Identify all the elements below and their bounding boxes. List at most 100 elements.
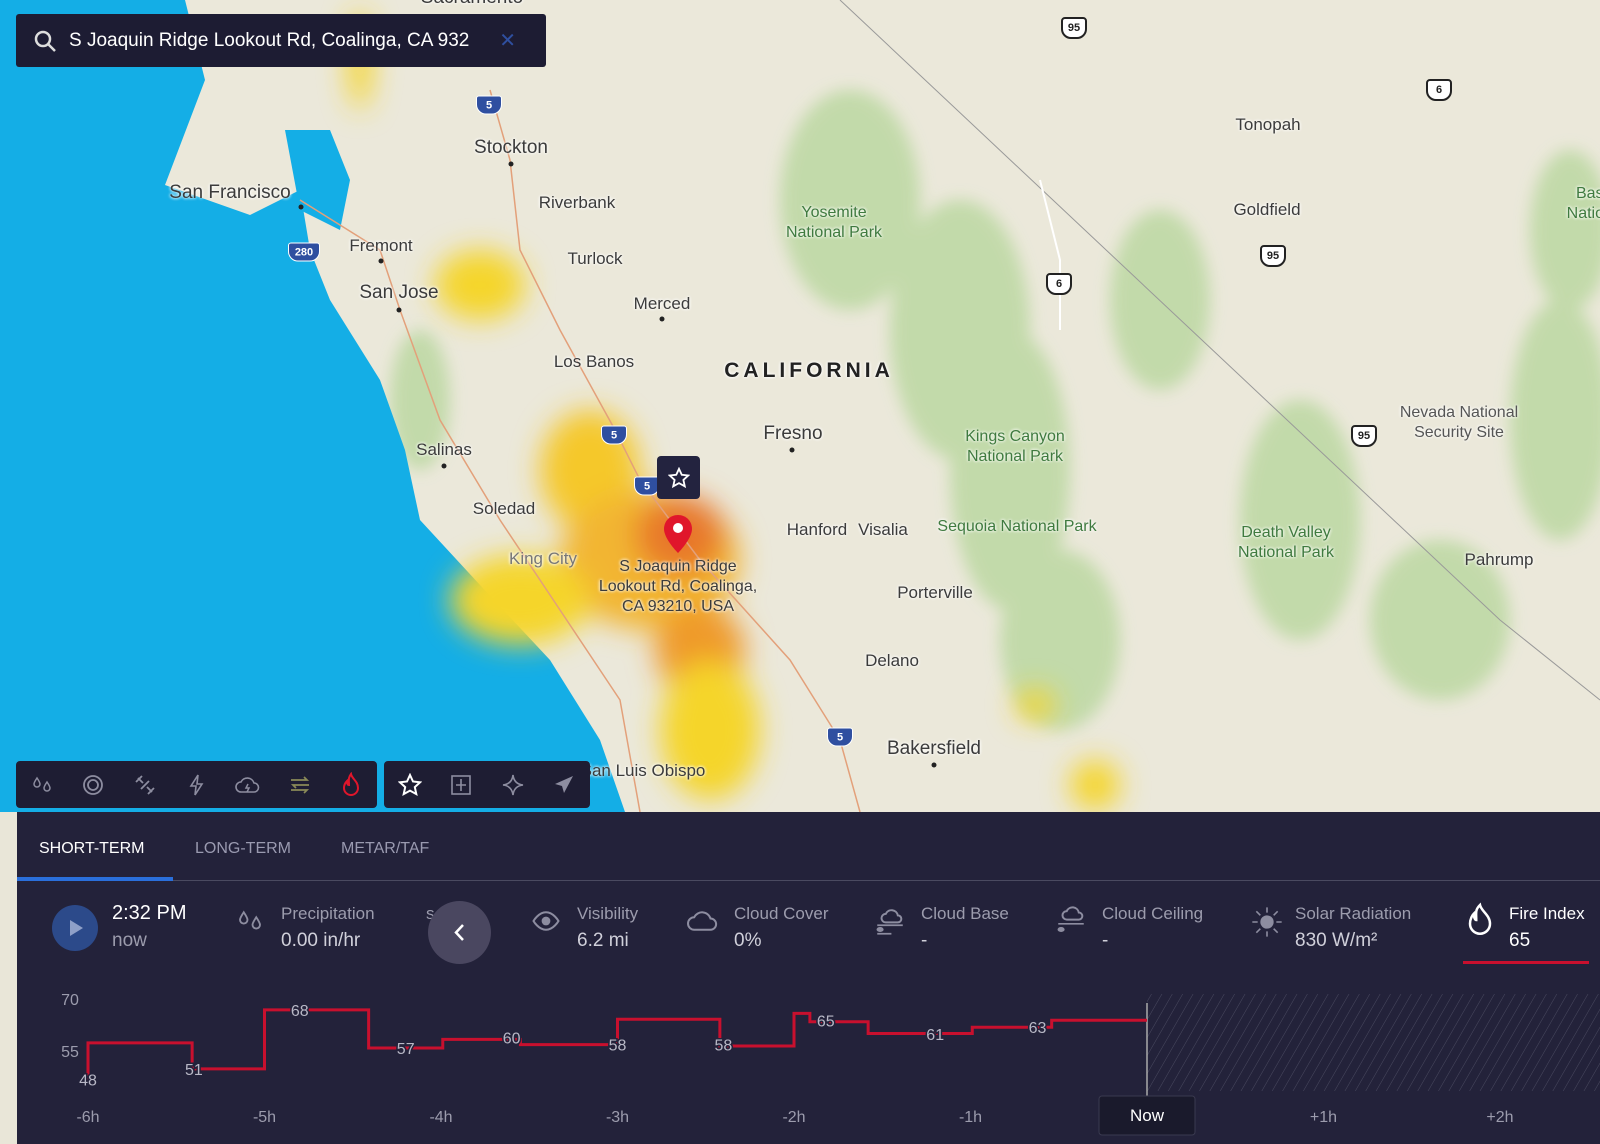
layer-toolbar (16, 761, 377, 808)
star-icon (667, 466, 690, 488)
metric-label: Fire Index (1509, 904, 1585, 923)
sparkle-icon[interactable] (487, 773, 539, 797)
city-label: King City (508, 549, 578, 568)
city-label: Los Banos (553, 352, 635, 371)
radar-icon[interactable] (68, 773, 120, 797)
city-label: Bakersfield (887, 738, 981, 759)
tab-short-term[interactable]: SHORT-TERM (39, 840, 144, 858)
metric-value: 65 (1509, 930, 1531, 951)
metric-value: 0.00 in/hr (281, 930, 361, 951)
interstate-shield: 5 (476, 95, 502, 115)
city-label: Fresno (763, 423, 823, 444)
city-label: San Jose (359, 282, 439, 303)
city-label: San Luis Obispo (580, 761, 706, 780)
city-label: Sacramento (421, 0, 523, 9)
cloud-icon (687, 911, 718, 931)
search-bar[interactable]: S Joaquin Ridge Lookout Rd, Coalinga, CA… (16, 14, 546, 67)
location-pin-icon[interactable] (664, 515, 692, 553)
precipitation-icon (239, 910, 261, 930)
lightning-icon[interactable] (171, 773, 223, 797)
city-label: Tonopah (1235, 115, 1301, 134)
active-metric-indicator (1463, 961, 1589, 964)
favorite-star-icon[interactable] (384, 772, 436, 797)
eye-icon (532, 911, 560, 931)
tab-long-term[interactable]: LONG-TERM (195, 840, 291, 858)
park-label: Yosemite National Park (785, 204, 883, 241)
fire-icon[interactable] (325, 771, 377, 798)
map[interactable]: Sacramento Stockton San Francisco Riverb… (0, 0, 1600, 812)
us-route-shield: 6 (1426, 79, 1452, 101)
metric-value: - (921, 930, 928, 951)
city-label: Merced (633, 294, 691, 313)
area-label: Nevada National Security Site (1399, 404, 1519, 441)
storm-icon[interactable] (222, 773, 274, 797)
map-base (0, 0, 1600, 812)
active-tab-indicator (17, 877, 173, 881)
forecast-panel: SHORT-TERM LONG-TERM METAR/TAF 2:32 PM n… (17, 812, 1600, 1144)
fire-icon (1468, 902, 1492, 935)
tab-divider (17, 880, 1600, 881)
metric-value: 0% (734, 930, 762, 951)
park-label: Sequoia National Park (937, 518, 1097, 535)
metric-label: Solar Radiation (1295, 904, 1412, 923)
park-label: Death Valley National Park (1237, 524, 1335, 561)
tab-metar-taf[interactable]: METAR/TAF (341, 840, 429, 858)
favorite-location-button[interactable] (657, 456, 700, 499)
us-route-shield: 95 (1061, 17, 1087, 39)
city-dot (789, 447, 795, 453)
airplane-icon[interactable] (539, 773, 591, 797)
us-route-shield: 6 (1046, 273, 1072, 295)
search-icon (34, 30, 56, 52)
state-label: CALIFORNIA (724, 359, 894, 382)
park-label: Basin National (1566, 185, 1600, 222)
metric-value: 6.2 mi (577, 930, 629, 951)
scroll-left-button[interactable] (428, 901, 491, 964)
city-label: San Francisco (169, 182, 291, 203)
city-label: Pahrump (1464, 550, 1534, 569)
city-dot (298, 204, 304, 210)
metric-label: Precipitation (281, 904, 375, 923)
metric-value: - (1102, 930, 1109, 951)
search-input[interactable]: S Joaquin Ridge Lookout Rd, Coalinga, CA… (69, 30, 499, 52)
park-label: Kings Canyon National Park (965, 428, 1065, 465)
city-label: Goldfield (1233, 200, 1301, 219)
sun-icon (1252, 907, 1282, 937)
city-label: Delano (865, 651, 919, 670)
interstate-shield: 280 (288, 242, 320, 262)
city-dot (378, 258, 384, 264)
wind-icon[interactable] (274, 773, 326, 797)
cloud-base-icon (876, 909, 903, 935)
pin-label: S Joaquin Ridge Lookout Rd, Coalinga, CA… (598, 558, 758, 615)
city-label: Porterville (897, 583, 973, 602)
city-dot (659, 316, 665, 322)
close-icon[interactable]: ✕ (499, 28, 516, 53)
city-dot (396, 307, 402, 313)
city-label: Riverbank (538, 193, 616, 212)
city-label: Soledad (472, 499, 536, 518)
interstate-shield: 5 (601, 425, 627, 445)
satellite-icon[interactable] (119, 773, 171, 797)
us-route-shield: 95 (1260, 245, 1286, 267)
metric-value: 830 W/m² (1295, 930, 1378, 951)
city-label: Visalia (858, 520, 908, 539)
interstate-shield: 5 (827, 727, 853, 747)
city-label: Salinas (416, 440, 472, 459)
precipitation-icon[interactable] (16, 773, 68, 797)
city-label: Stockton (474, 137, 548, 158)
metric-label: Cloud Ceiling (1102, 904, 1204, 923)
city-label: Turlock (567, 249, 623, 268)
time-sub: now (112, 930, 147, 951)
city-label: Hanford (786, 520, 848, 539)
time-value: 2:32 PM (112, 902, 187, 924)
metric-label: Cloud Base (921, 904, 1009, 923)
city-dot (441, 463, 447, 469)
city-dot (508, 161, 514, 167)
play-button[interactable] (52, 905, 98, 951)
us-route-shield: 95 (1351, 425, 1377, 447)
city-label: Fremont (349, 236, 413, 255)
city-dot (931, 762, 937, 768)
metric-label: Visibility (577, 904, 639, 923)
tools-toolbar (384, 761, 590, 808)
airport-icon[interactable] (436, 773, 488, 797)
cloud-ceiling-icon (1057, 906, 1084, 933)
